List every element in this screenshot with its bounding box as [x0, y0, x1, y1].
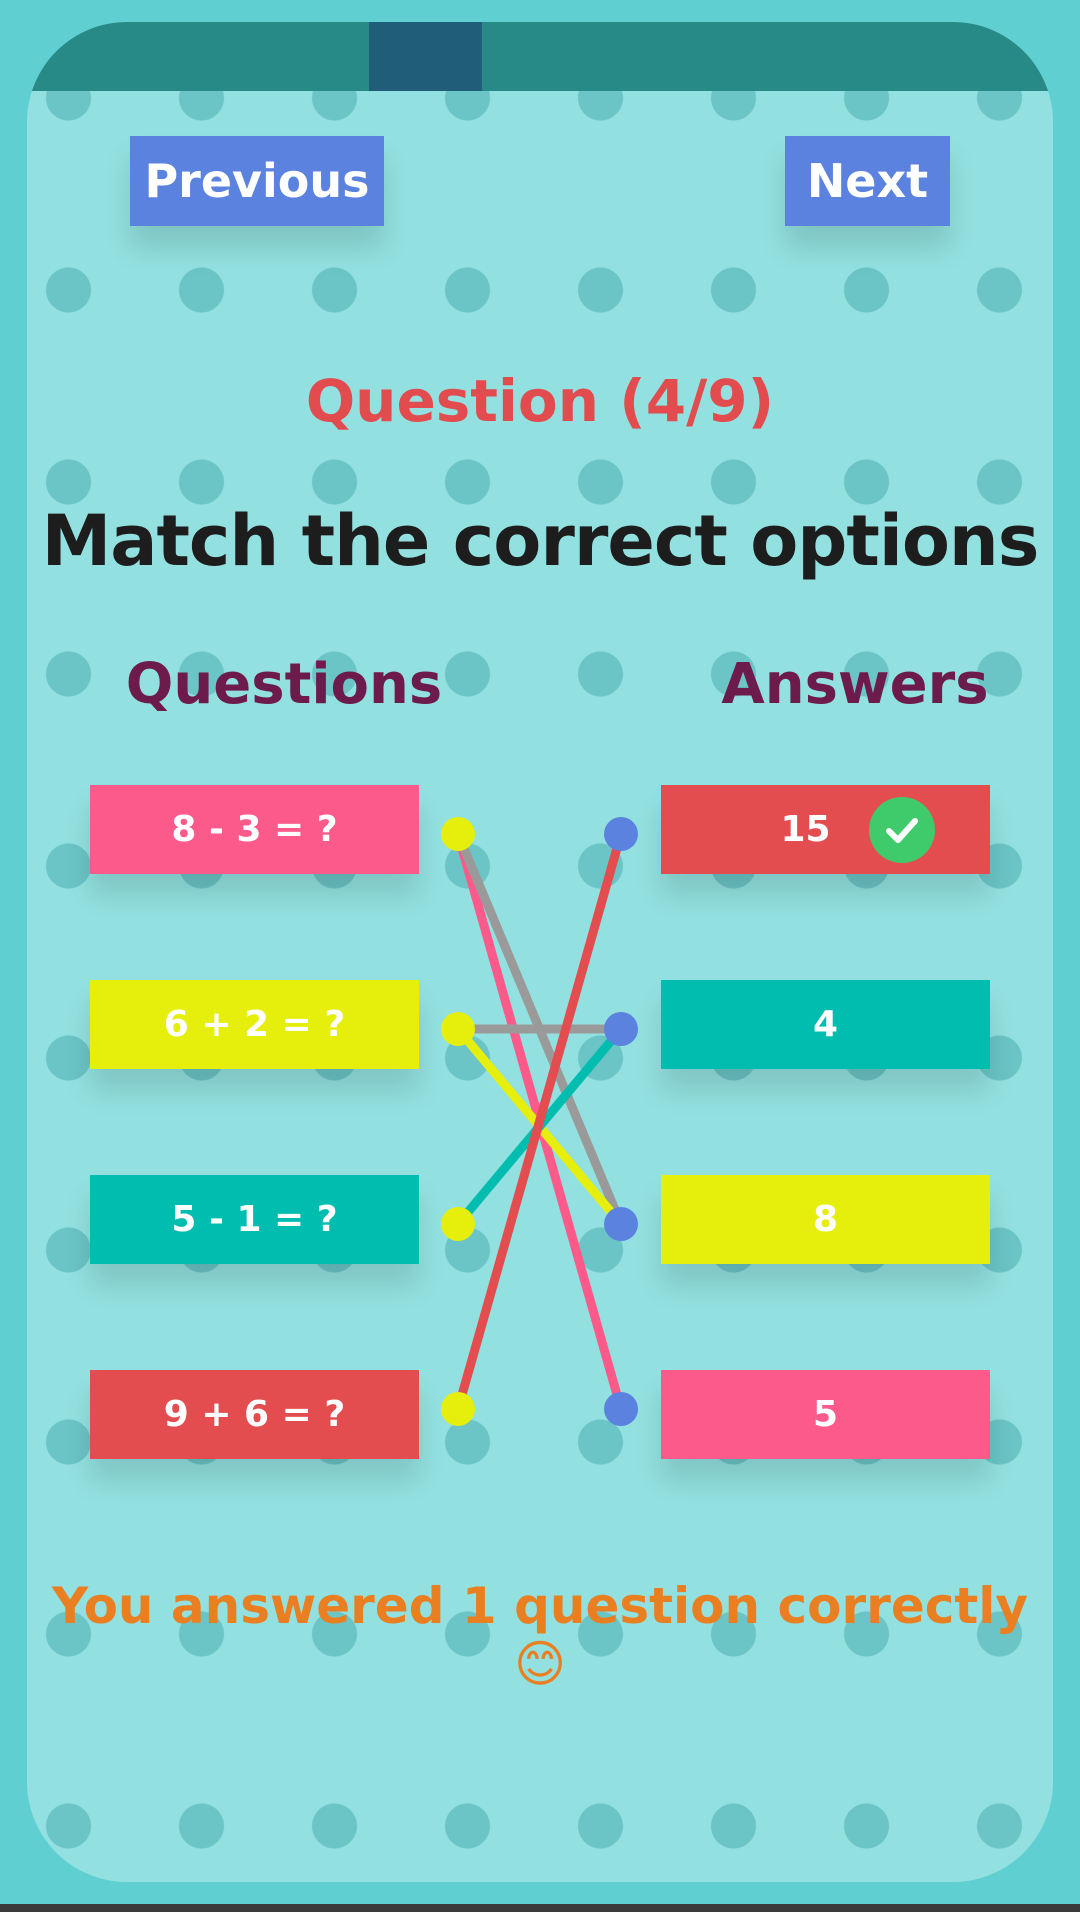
answer-connector-dot-2[interactable] [604, 1012, 638, 1046]
bottom-bar [0, 1904, 1080, 1912]
question-connector-dot-2[interactable] [441, 1012, 475, 1046]
question-connector-dot-1[interactable] [441, 817, 475, 851]
answer-connector-dot-4[interactable] [604, 1392, 638, 1426]
answer-connector-dot-1[interactable] [604, 817, 638, 851]
result-message: You answered 1 question correctly 😊 [51, 1577, 1029, 1693]
answer-connector-dot-3[interactable] [604, 1207, 638, 1241]
question-connector-dot-4[interactable] [441, 1392, 475, 1426]
game-panel: Previous Next Question (4/9) Match the c… [27, 22, 1053, 1882]
question-connector-dot-3[interactable] [441, 1207, 475, 1241]
